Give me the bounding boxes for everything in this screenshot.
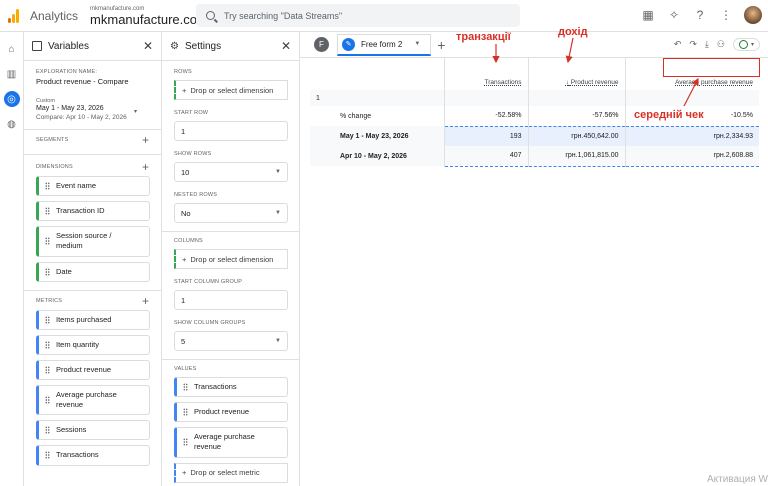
show-rows-select[interactable]: 10 ▼: [174, 162, 288, 182]
start-row-label: START ROW: [174, 110, 209, 116]
variables-title: Variables: [48, 40, 89, 52]
more-vert-icon[interactable]: ⋮: [718, 7, 734, 23]
search-placeholder: Try searching "Data Streams": [224, 10, 343, 21]
rows-label: ROWS: [174, 69, 192, 75]
drag-handle-icon[interactable]: [45, 426, 50, 435]
drag-handle-icon[interactable]: [45, 451, 50, 460]
home-icon[interactable]: ⌂: [4, 41, 20, 57]
chevron-down-icon: ▼: [275, 169, 281, 175]
values-label: VALUES: [174, 366, 197, 372]
values-dropzone[interactable]: + Drop or select metric: [174, 462, 288, 483]
drag-handle-icon[interactable]: [45, 365, 50, 374]
dimension-chip[interactable]: Date: [36, 261, 150, 282]
drag-handle-icon[interactable]: [45, 237, 50, 246]
top-bar: Analytics mkmanufacture.com mkmanufactur…: [0, 0, 768, 32]
columns-label: COLUMNS: [174, 238, 203, 244]
metrics-label: METRICS: [36, 297, 63, 304]
metric-chip[interactable]: Item quantity: [36, 334, 150, 355]
exploration-name[interactable]: Product revenue - Compare: [36, 77, 149, 86]
dimension-chip[interactable]: Transaction ID: [36, 201, 150, 222]
exploration-name-label: EXPLORATION NAME:: [36, 69, 98, 75]
value-chip[interactable]: Transactions: [174, 377, 288, 398]
drag-handle-icon[interactable]: [45, 315, 50, 324]
drag-handle-icon[interactable]: [183, 408, 188, 417]
drag-handle-icon[interactable]: [183, 438, 188, 447]
insights-icon[interactable]: ✧: [666, 7, 682, 23]
chevron-down-icon: ▼: [275, 338, 281, 344]
show-column-groups-select[interactable]: 5 ▼: [174, 331, 288, 351]
metric-chip[interactable]: Items purchased: [36, 309, 150, 330]
avatar[interactable]: [744, 6, 762, 24]
advertising-icon[interactable]: ◍: [4, 116, 20, 132]
drag-handle-icon[interactable]: [45, 340, 50, 349]
date-custom-label: Custom: [36, 98, 55, 104]
start-column-group-input[interactable]: 1: [174, 290, 288, 310]
property-selector[interactable]: mkmanufacture.com mkmanufacture.com: [90, 6, 208, 26]
drag-handle-icon[interactable]: [45, 182, 50, 191]
date-range: May 1 - May 23, 2026: [36, 105, 104, 112]
rows-dropzone[interactable]: + Drop or select dimension: [174, 80, 288, 100]
close-variables-icon[interactable]: ✕: [143, 39, 153, 53]
dimension-chip[interactable]: Session source / medium: [36, 226, 150, 257]
apps-grid-icon[interactable]: ▦: [640, 7, 656, 23]
close-settings-icon[interactable]: ✕: [281, 39, 291, 53]
app-name: Analytics: [30, 8, 79, 23]
variables-panel: Variables ✕ EXPLORATION NAME: Product re…: [24, 32, 162, 486]
variables-icon: [32, 41, 42, 51]
help-icon[interactable]: ?: [692, 7, 708, 23]
drag-handle-icon[interactable]: [45, 207, 50, 216]
date-dropdown-icon: ▾: [133, 109, 137, 115]
columns-dropzone[interactable]: + Drop or select dimension: [174, 249, 288, 269]
search-input[interactable]: Try searching "Data Streams": [196, 4, 520, 27]
exploration-canvas: F ✎ Free form 2 ▼ + ↶ ↷ ⤓ ⚇ ▾ Transactio…: [300, 26, 768, 486]
value-chip[interactable]: Product revenue: [174, 402, 288, 423]
metric-chip[interactable]: Sessions: [36, 420, 150, 441]
drag-handle-icon[interactable]: [45, 267, 50, 276]
account-name: mkmanufacture.com: [90, 5, 145, 12]
metric-chip[interactable]: Average purchase revenue: [36, 385, 150, 416]
value-chip[interactable]: Average purchase revenue: [174, 427, 288, 458]
add-dimension-icon[interactable]: +: [142, 161, 149, 173]
analytics-logo-icon[interactable]: [4, 0, 26, 32]
dimension-chip[interactable]: Event name: [36, 176, 150, 197]
reports-icon[interactable]: ▥: [4, 66, 20, 82]
chevron-down-icon: ▼: [275, 210, 281, 216]
metric-chip[interactable]: Transactions: [36, 445, 150, 466]
dimensions-label: DIMENSIONS: [36, 164, 73, 170]
drag-handle-icon[interactable]: [183, 383, 188, 392]
property-name: mkmanufacture.com: [90, 11, 208, 27]
start-column-group-label: START COLUMN GROUP: [174, 279, 243, 285]
settings-title: Settings: [184, 40, 222, 52]
show-rows-label: SHOW ROWS: [174, 151, 212, 157]
metric-chip[interactable]: Product revenue: [36, 359, 150, 380]
settings-panel: ⚙ Settings ✕ ROWS + Drop or select dimens…: [162, 32, 300, 486]
search-icon: [206, 11, 215, 20]
nested-rows-label: NESTED ROWS: [174, 192, 218, 198]
start-row-input[interactable]: 1: [174, 121, 288, 141]
left-nav: ⌂ ▥ ◎ ◍: [0, 32, 24, 486]
annotation-arrows: [492, 37, 699, 107]
drag-handle-icon[interactable]: [45, 396, 50, 405]
gear-icon: ⚙: [170, 40, 179, 52]
add-segment-icon[interactable]: +: [142, 134, 149, 146]
add-metric-icon[interactable]: +: [142, 295, 149, 307]
show-column-groups-label: SHOW COLUMN GROUPS: [174, 320, 246, 326]
nested-rows-select[interactable]: No ▼: [174, 203, 288, 223]
segments-label: SEGMENTS: [36, 137, 69, 143]
explore-icon[interactable]: ◎: [3, 91, 20, 107]
windows-activation-watermark: Активация W: [706, 474, 768, 485]
date-range-selector[interactable]: Custom May 1 - May 23, 2026 Compare: Apr…: [24, 86, 161, 121]
compare-range: Compare: Apr 10 - May 2, 2026: [36, 114, 127, 121]
